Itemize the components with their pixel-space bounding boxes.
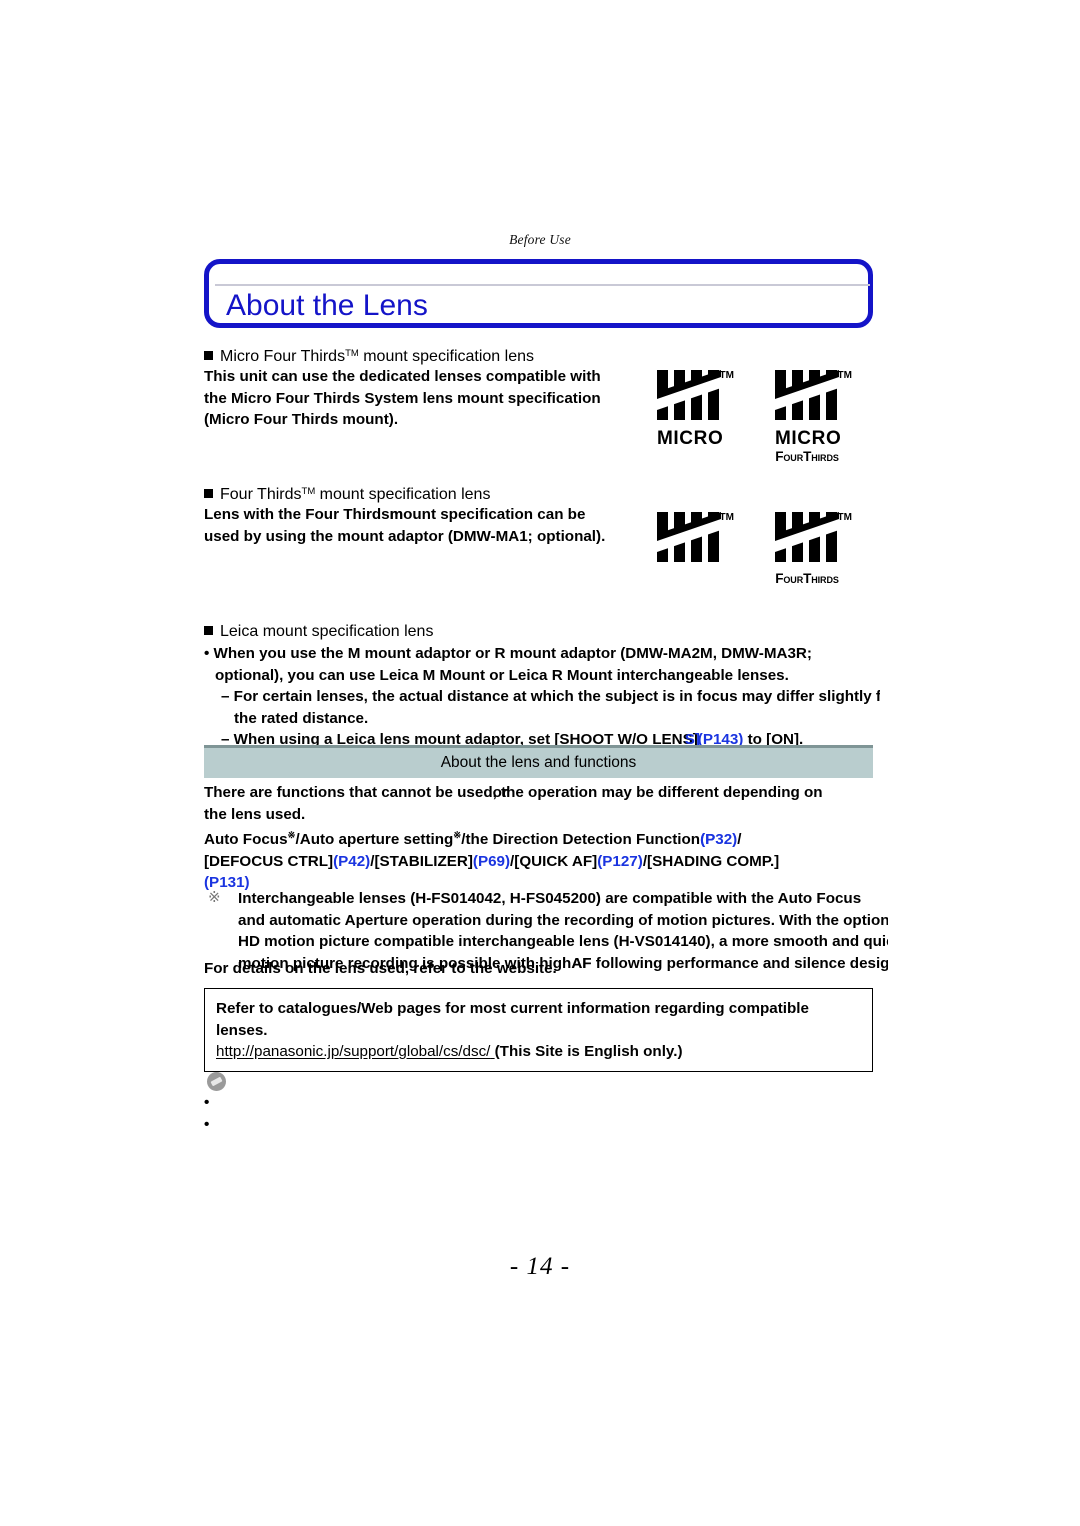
logo-label-micro: MICRO <box>657 428 724 449</box>
page-reference-link[interactable]: (P127) <box>597 853 643 870</box>
bullet-text: When you use the M mount adaptor or R mo… <box>213 645 812 662</box>
dash-continuation: the rated distance. <box>234 709 369 727</box>
logo-micro-four-thirds-2: TM MICRO FourThirds <box>775 368 852 464</box>
dash-text: For certain lenses, the actual distance … <box>233 688 880 705</box>
intro-text-b: , the operation may be different dependi… <box>492 784 823 801</box>
intro-line: There are functions that cannot be usedo… <box>204 784 823 801</box>
heading-four-thirds-tail: mount specification lens <box>315 486 491 503</box>
section-bar-lens-functions: About the lens and functions <box>204 745 873 778</box>
note-header <box>207 1072 231 1091</box>
footnote-star-icon: ※ <box>287 830 296 841</box>
trademark-superscript: TM <box>719 512 734 523</box>
square-bullet-icon <box>204 626 213 635</box>
four-thirds-mark-icon: TM <box>657 510 734 568</box>
footnote-text-b: AF following performance and silence des… <box>571 954 888 972</box>
page-reference-link[interactable]: (P69) <box>473 853 510 870</box>
intro-line: the lens used. <box>204 805 306 823</box>
website-box-line: lenses. <box>216 1021 268 1039</box>
heading-leica-text: Leica mount specification lens <box>220 623 434 640</box>
function-label: [STABILIZER] <box>374 852 473 870</box>
website-url-suffix: (This Site is English only.) <box>494 1043 683 1060</box>
website-box-line: Refer to catalogues/Web pages for most c… <box>216 1000 809 1017</box>
lens-functions-intro: There are functions that cannot be usedo… <box>204 782 880 825</box>
footnote-star-icon: ※ <box>208 889 221 906</box>
body-text-a: Lens with the Four Thirds <box>204 506 390 523</box>
four-thirds-mark-icon: TM <box>775 368 852 426</box>
body-line: Lens with the Four Thirdsmmount specific… <box>204 506 586 523</box>
function-direction: /the Direction Detection Function <box>461 831 701 848</box>
logo-label-micro: MICRO <box>775 428 842 449</box>
logo-micro-four-thirds-1: TM MICRO <box>657 368 734 450</box>
body-line: the Micro Four Thirds System lens mount … <box>204 389 601 407</box>
trademark-superscript: TM <box>837 512 852 523</box>
body-text-b: mount specification can be <box>389 506 586 523</box>
body-leica: • When you use the M mount adaptor or R … <box>204 643 880 751</box>
body-line: (Micro Four Thirds mount). <box>204 411 399 428</box>
logo-label-fourthirds: FourThirds <box>775 449 839 464</box>
running-header: Before Use <box>0 232 1080 248</box>
lens-functions-list: Auto Focus※/Auto aperture setting※/the D… <box>204 825 894 894</box>
website-box: Refer to catalogues/Web pages for most c… <box>204 988 873 1072</box>
note-body: • • <box>204 1092 880 1157</box>
page-number: - 14 - <box>509 1253 571 1280</box>
function-label: [SHADING COMP.] <box>647 852 780 870</box>
heading-four-thirds-text: Four Thirds <box>220 486 302 503</box>
heading-micro-text: Micro Four Thirds <box>220 348 346 365</box>
page-title: About the Lens <box>226 289 428 322</box>
function-line-2: [DEFOCUS CTRL](P42)/[STABILIZER](P69)/[Q… <box>204 851 894 873</box>
four-thirds-mark-icon: TM <box>657 368 734 426</box>
logo-four-thirds-1: TM <box>657 510 734 568</box>
note-bullet: • <box>204 1115 214 1133</box>
document-page: Before Use About the Lens Micro Four Thi… <box>0 0 1080 1526</box>
body-four-thirds: Lens with the Four Thirdsmmount specific… <box>204 504 674 547</box>
body-line: This unit can use the dedicated lenses c… <box>204 368 601 385</box>
function-autofocus: Auto Focus <box>204 831 288 848</box>
page-title-box: About the Lens <box>204 259 873 328</box>
bullet-item: • When you use the M mount adaptor or R … <box>204 645 812 662</box>
trademark-mark: TM <box>301 486 316 497</box>
four-thirds-mark-icon: TM <box>775 510 852 568</box>
function-label: [QUICK AF] <box>514 852 598 870</box>
bullet-continuation: optional), you can use Leica M Mount or … <box>215 666 789 684</box>
body-line: used by using the mount adaptor (DMW-MA1… <box>204 527 606 545</box>
function-aperture: /Auto aperture setting <box>295 831 454 848</box>
footnote-line: HD motion picture compatible interchange… <box>238 933 888 950</box>
heading-leica: Leica mount specification lens <box>204 621 433 643</box>
heading-four-thirds: Four ThirdsTM mount specification lens <box>204 481 490 506</box>
logo-four-thirds-2: TM FourThirds <box>775 510 852 586</box>
function-line-1: Auto Focus※/Auto aperture setting※/the D… <box>204 830 742 848</box>
intro-text-a: There are functions that cannot be used <box>204 784 493 801</box>
note-continuation <box>204 1135 880 1157</box>
heading-micro-four-thirds: Micro Four ThirdsTM mount specification … <box>204 343 534 368</box>
function-separator: / <box>737 831 742 848</box>
trademark-superscript: TM <box>719 370 734 381</box>
dash-item: – For certain lenses, the actual distanc… <box>221 686 880 708</box>
footnote-line: and automatic Aperture operation during … <box>238 911 888 929</box>
running-header-text: Before Use <box>509 232 571 247</box>
trademark-superscript: TM <box>837 370 852 381</box>
section-bar-title: About the lens and functions <box>440 754 637 771</box>
trademark-mark: TM <box>345 348 359 359</box>
website-url-link[interactable]: http://panasonic.jp/support/global/cs/ds… <box>216 1043 490 1060</box>
square-bullet-icon <box>204 489 213 498</box>
website-url-line: http://panasonic.jp/support/global/cs/ds… <box>216 1041 861 1063</box>
square-bullet-icon <box>204 351 213 360</box>
page-reference-link[interactable]: (P32) <box>700 831 737 848</box>
logo-label-fourthirds: FourThirds <box>775 571 839 586</box>
page-reference-link[interactable]: (P42) <box>333 853 370 870</box>
function-label: [DEFOCUS CTRL] <box>204 852 334 870</box>
footnote-line: Interchangeable lenses (H-FS014042, H-FS… <box>238 890 862 907</box>
note-bullet: • <box>204 1094 214 1111</box>
body-micro-four-thirds: This unit can use the dedicated lenses c… <box>204 366 664 431</box>
heading-micro-tail: mount specification lens <box>358 348 534 365</box>
pencil-note-icon <box>207 1072 226 1091</box>
lens-details-line: For details on the lens used, refer to t… <box>204 960 557 977</box>
